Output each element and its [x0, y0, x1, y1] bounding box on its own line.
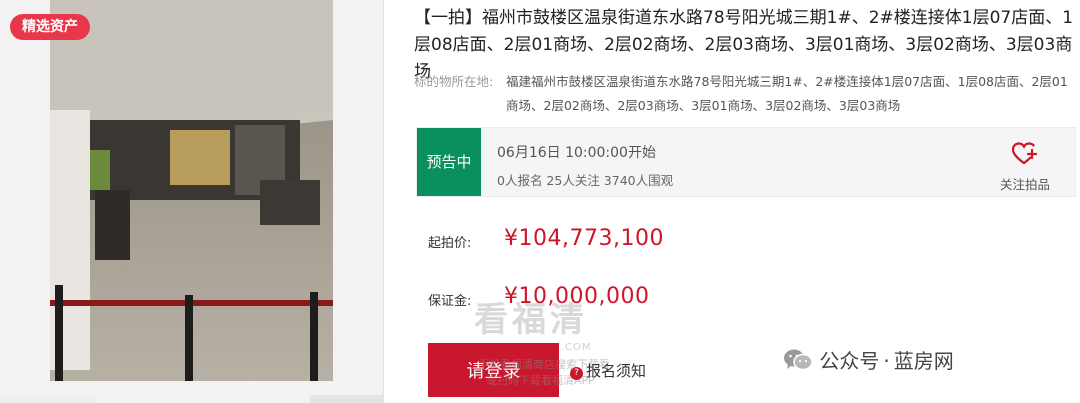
wechat-signature: 公众号 · 蓝房网 — [783, 345, 954, 374]
asset-photo[interactable] — [50, 0, 333, 381]
featured-asset-badge: 精选资产 — [10, 14, 90, 40]
registration-notice-link[interactable]: ? 报名须知 — [570, 360, 646, 381]
start-time: 06月16日 10:00:00开始 — [497, 145, 656, 161]
deposit-label: 保证金: — [428, 294, 472, 309]
follow-lot-button[interactable]: 关注拍品 — [997, 142, 1053, 193]
wechat-label-name: 蓝房网 — [893, 349, 954, 373]
wechat-icon — [783, 349, 819, 373]
thumbnail-strip-left — [0, 395, 96, 403]
thumbnail-strip-right — [310, 395, 384, 403]
watermark-name: 看福清 — [474, 300, 588, 340]
follow-lot-label: 关注拍品 — [999, 177, 1050, 192]
location-value: 福建福州市鼓楼区温泉街道东水路78号阳光城三期1#、2#楼连接体1层07店面、1… — [506, 74, 1068, 113]
location-label: 标的物所在地: — [414, 74, 494, 89]
auction-status-panel: 预告中 06月16日 10:00:00开始 0人报名 25人关注 3740人围观… — [416, 127, 1076, 197]
registration-notice-label: 报名须知 — [586, 362, 647, 380]
start-price-label: 起拍价: — [428, 236, 472, 251]
question-icon: ? — [570, 367, 583, 380]
wechat-label-account: 公众号 — [819, 349, 880, 373]
separator-dot: · — [883, 349, 890, 373]
heart-plus-icon — [1011, 142, 1038, 170]
status-tag: 预告中 — [417, 128, 481, 196]
start-price-value: ¥104,773,100 — [504, 226, 664, 251]
participation-stats: 0人报名 25人关注 3740人围观 — [497, 173, 674, 188]
asset-photo-panel: 精选资产 — [0, 0, 384, 403]
